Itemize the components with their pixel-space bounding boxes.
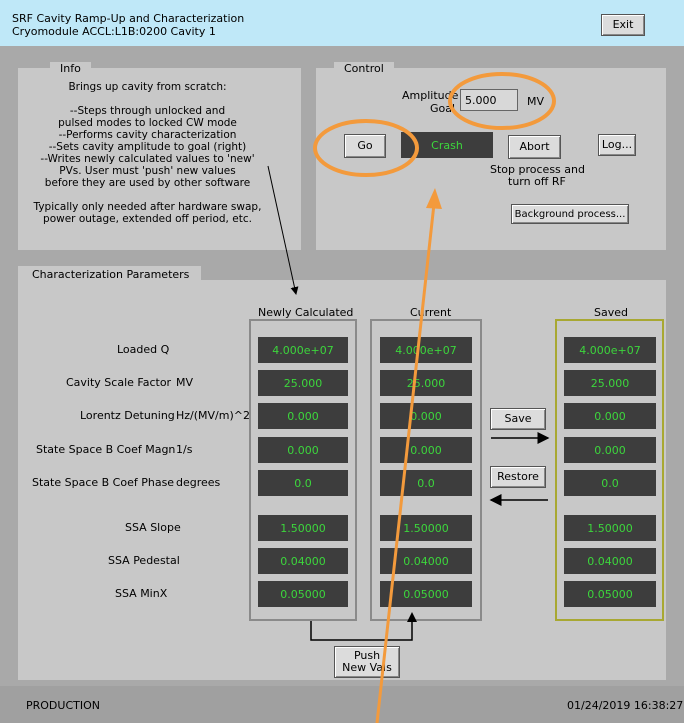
overlay-graphics (267, 72, 556, 723)
annotation-circle-go (313, 119, 419, 177)
push-flow-line (310, 620, 413, 641)
annotation-arrowhead (426, 188, 442, 209)
info-pointer-arrow (267, 165, 299, 295)
annotation-arrow-line (375, 203, 436, 723)
annotation-circle-amplitude (448, 72, 556, 130)
push-flow-arrowhead (407, 612, 417, 622)
